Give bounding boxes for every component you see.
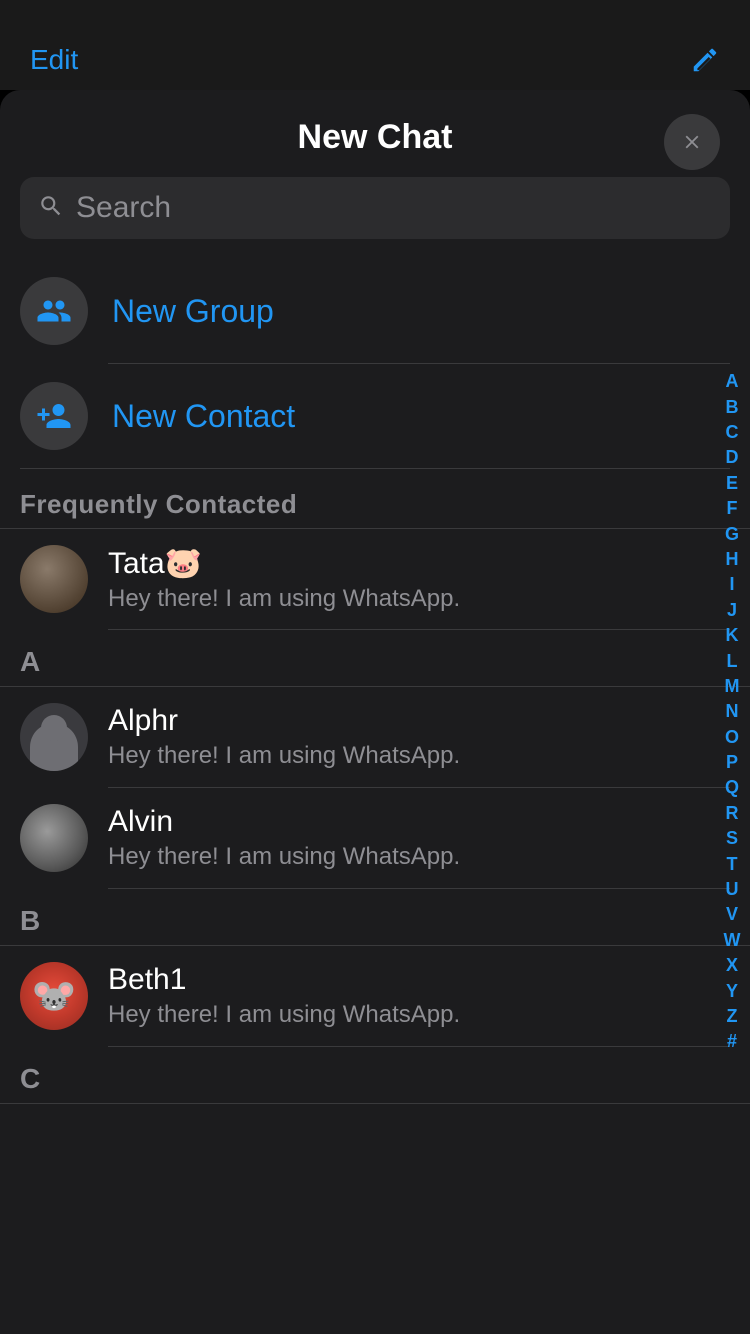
contact-name-beth1: Beth1 [108,963,730,997]
alpha-letter-o[interactable]: O [718,726,746,749]
alpha-letter-a[interactable]: A [718,370,746,393]
contact-name-alvin: Alvin [108,805,730,839]
add-contact-icon [36,398,72,434]
section-b-list: 🐭 Beth1 Hey there! I am using WhatsApp. [0,946,750,1047]
new-contact-item[interactable]: New Contact [20,364,730,468]
new-contact-icon-circle [20,382,88,450]
frequently-contacted-header: Frequently Contacted [0,469,750,528]
alpha-letter-f[interactable]: F [718,497,746,520]
alpha-letter-t[interactable]: T [718,853,746,876]
alpha-letter-k[interactable]: K [718,624,746,647]
contact-name-alphr: Alphr [108,704,730,738]
section-letter-a: A [0,630,750,686]
contact-item-alvin[interactable]: Alvin Hey there! I am using WhatsApp. [20,788,730,888]
modal-header: New Chat [0,90,750,177]
alpha-letter-w[interactable]: W [718,929,746,952]
alpha-letter-p[interactable]: P [718,751,746,774]
alpha-letter-r[interactable]: R [718,802,746,825]
new-group-label: New Group [112,293,274,330]
beth-avatar-inner: 🐭 [20,962,88,1030]
avatar-alphr [20,703,88,771]
alpha-letter-d[interactable]: D [718,446,746,469]
alpha-letter-j[interactable]: J [718,599,746,622]
contact-name-tata: Tata🐷 [108,546,730,581]
alpha-letter-s[interactable]: S [718,827,746,850]
frequently-contacted-section: Frequently Contacted Tata🐷 Hey there! I … [0,469,750,630]
alpha-letter-y[interactable]: Y [718,980,746,1003]
alpha-letter-b[interactable]: B [718,396,746,419]
contact-status-alvin: Hey there! I am using WhatsApp. [108,843,730,871]
close-icon [681,131,703,153]
alphabet-index: ABCDEFGHIJKLMNOPQRSTUVWXYZ# [714,90,750,1334]
new-contact-label: New Contact [112,398,295,435]
new-group-icon-circle [20,277,88,345]
frequently-contacted-list: Tata🐷 Hey there! I am using WhatsApp. [0,529,750,630]
section-a: A Alphr Hey there! I am using WhatsApp. … [0,630,750,889]
avatar-tata [20,545,88,613]
alpha-letter-v[interactable]: V [718,903,746,926]
contact-status-tata: Hey there! I am using WhatsApp. [108,585,730,613]
search-container: Search [0,177,750,259]
contact-status-beth1: Hey there! I am using WhatsApp. [108,1001,730,1029]
contact-status-alphr: Hey there! I am using WhatsApp. [108,742,730,770]
alpha-letter-m[interactable]: M [718,675,746,698]
modal-title: New Chat [298,118,453,157]
alpha-letter-x[interactable]: X [718,954,746,977]
alpha-letter-h[interactable]: H [718,548,746,571]
alpha-letter-g[interactable]: G [718,523,746,546]
contact-info-tata: Tata🐷 Hey there! I am using WhatsApp. [108,546,730,613]
new-group-item[interactable]: New Group [20,259,730,363]
new-chat-modal: New Chat Search New Group [0,90,750,1334]
alpha-letter-e[interactable]: E [718,472,746,495]
alpha-letter-#[interactable]: # [718,1030,746,1053]
search-bar[interactable]: Search [20,177,730,239]
close-button[interactable] [664,114,720,170]
status-bar: Edit [0,0,750,90]
alpha-letter-u[interactable]: U [718,878,746,901]
avatar-alvin [20,804,88,872]
section-c: C [0,1047,750,1104]
compose-icon[interactable] [690,45,720,75]
section-letter-c: C [0,1047,750,1103]
section-a-list: Alphr Hey there! I am using WhatsApp. Al… [0,687,750,889]
alpha-letter-i[interactable]: I [718,573,746,596]
search-icon [38,193,64,224]
section-c-divider [0,1103,750,1104]
contact-info-alvin: Alvin Hey there! I am using WhatsApp. [108,805,730,871]
edit-button[interactable]: Edit [30,44,78,76]
contact-info-alphr: Alphr Hey there! I am using WhatsApp. [108,704,730,770]
contact-item-alphr[interactable]: Alphr Hey there! I am using WhatsApp. [20,687,730,787]
avatar-beth1: 🐭 [20,962,88,1030]
alpha-letter-z[interactable]: Z [718,1005,746,1028]
section-b: B 🐭 Beth1 Hey there! I am using WhatsApp… [0,889,750,1047]
action-list: New Group New Contact [0,259,750,469]
alpha-letter-l[interactable]: L [718,650,746,673]
section-letter-b: B [0,889,750,945]
alpha-letter-q[interactable]: Q [718,776,746,799]
group-icon [36,293,72,329]
contact-item-tata[interactable]: Tata🐷 Hey there! I am using WhatsApp. [20,529,730,629]
search-placeholder-text: Search [76,191,171,225]
alpha-letter-c[interactable]: C [718,421,746,444]
contact-item-beth1[interactable]: 🐭 Beth1 Hey there! I am using WhatsApp. [20,946,730,1046]
alpha-letter-n[interactable]: N [718,700,746,723]
contact-info-beth1: Beth1 Hey there! I am using WhatsApp. [108,963,730,1029]
